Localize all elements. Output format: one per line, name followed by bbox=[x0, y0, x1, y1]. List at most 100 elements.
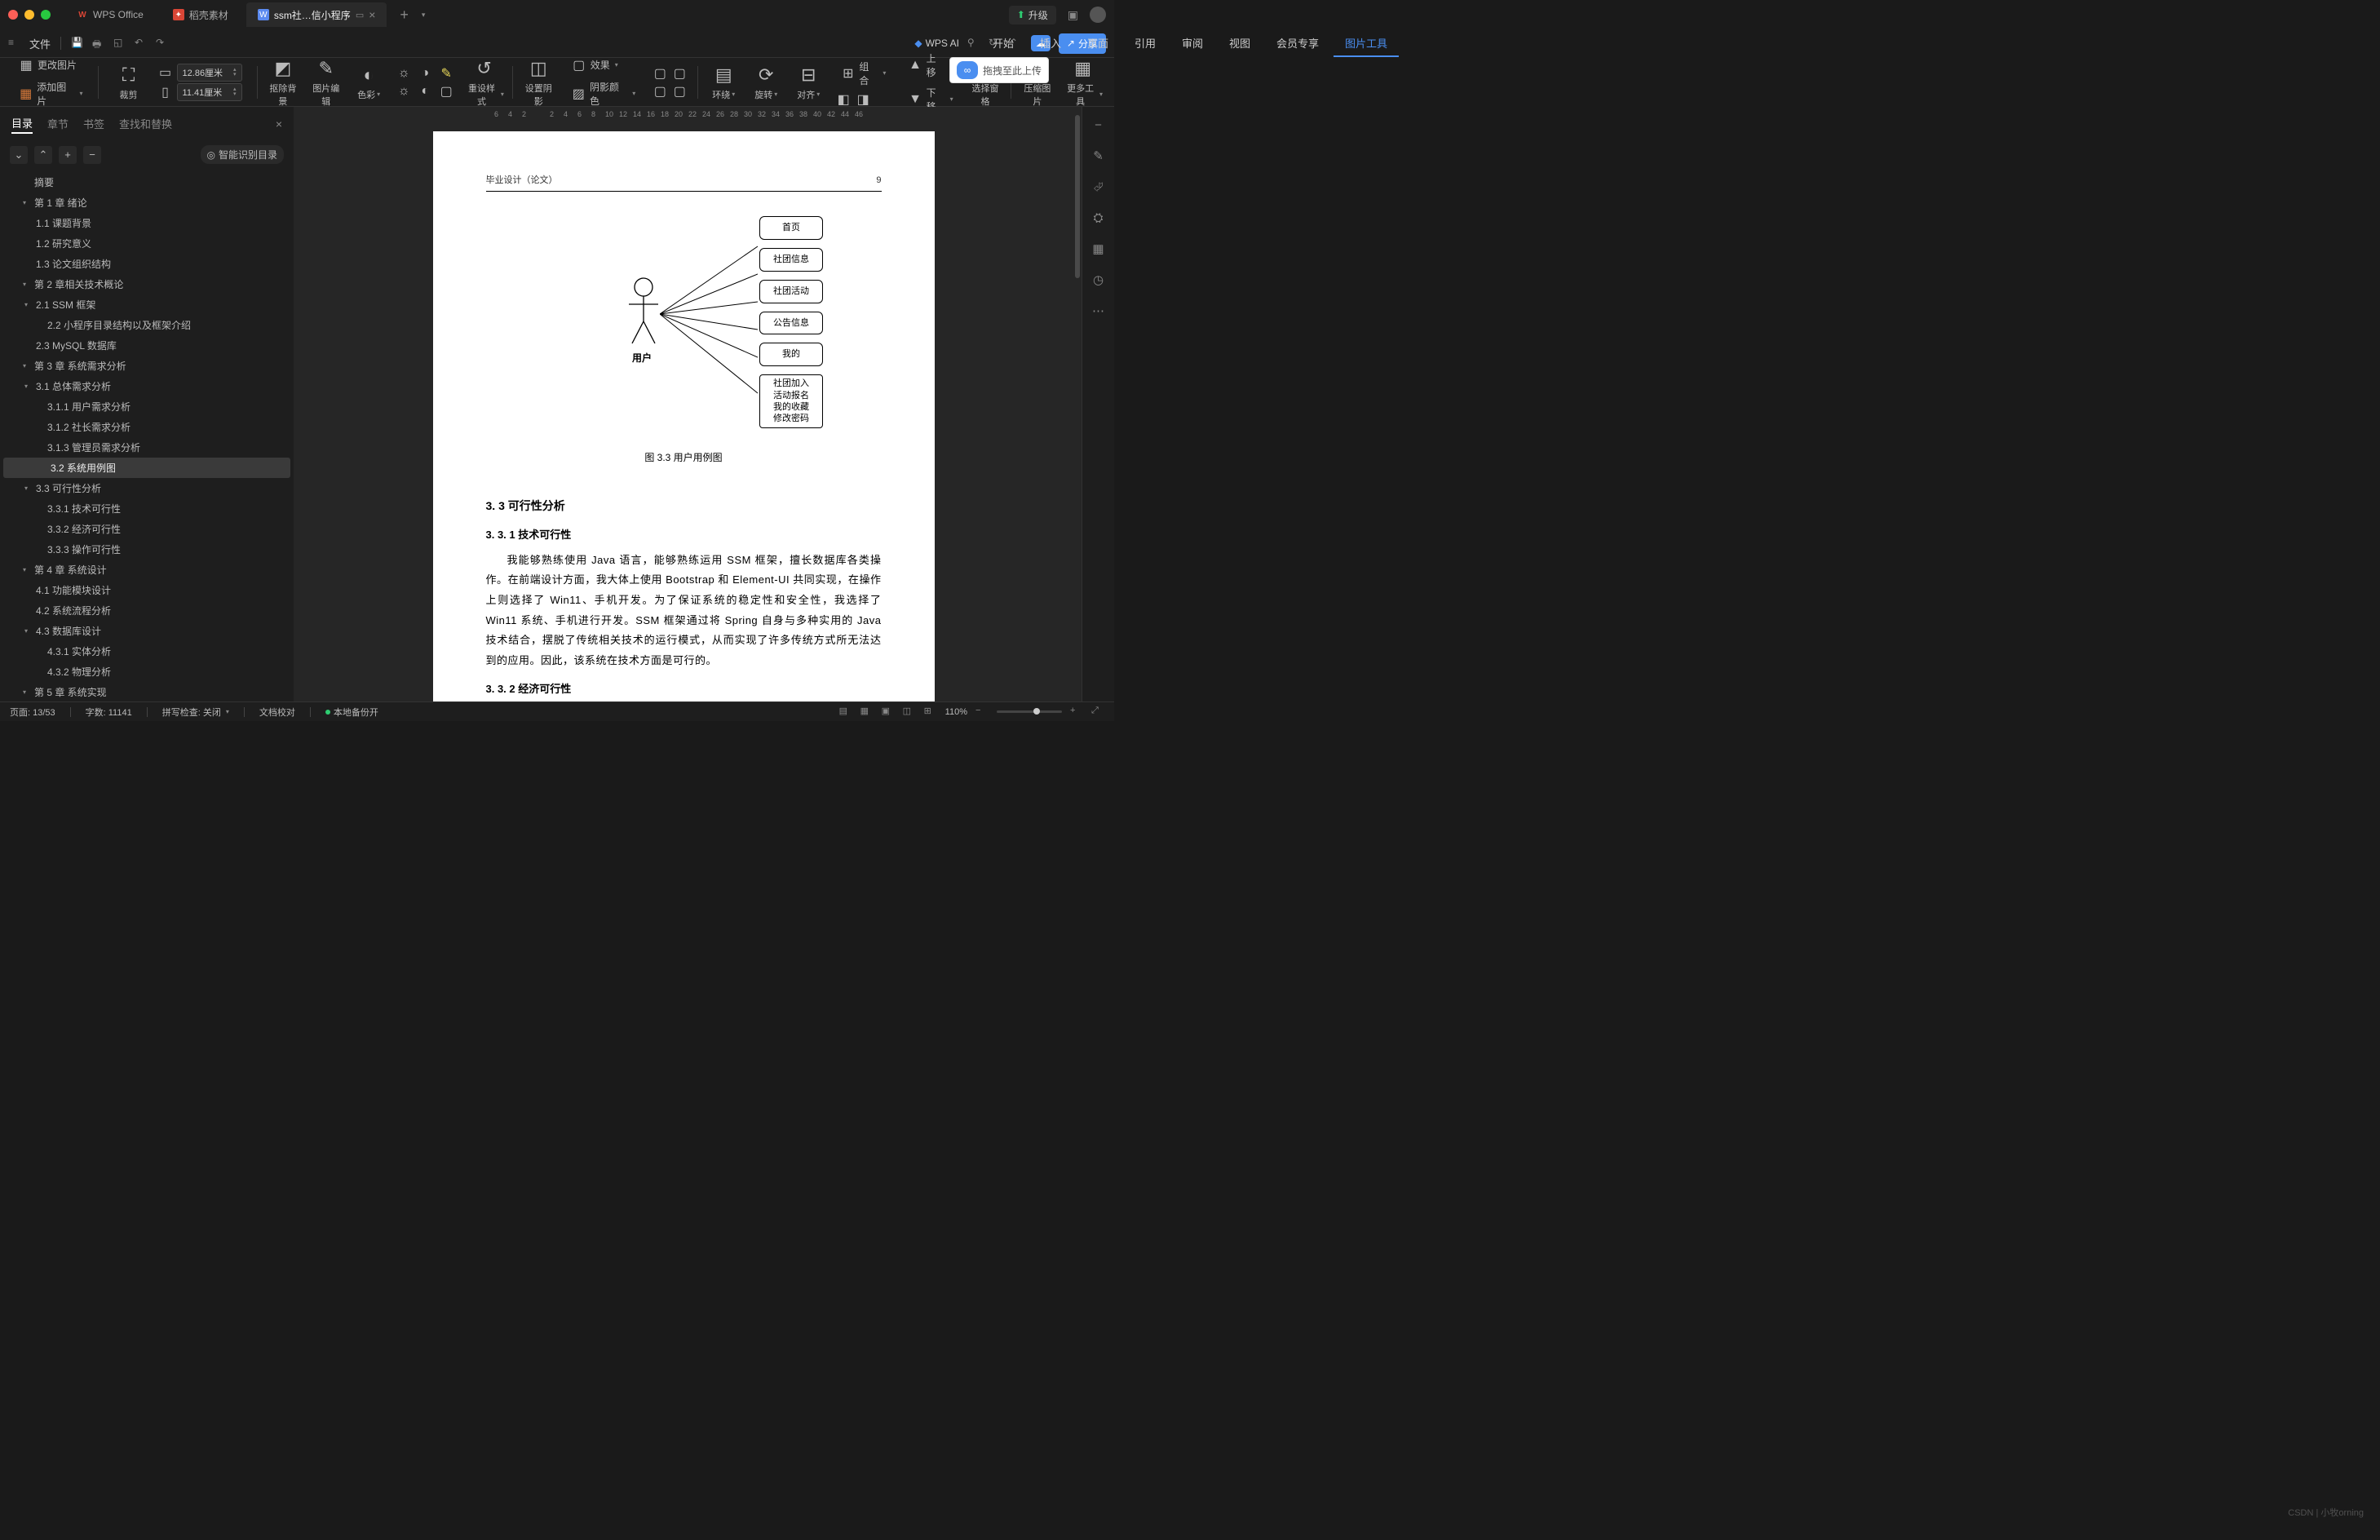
tab-close-icon[interactable]: × bbox=[369, 8, 375, 21]
wrap-button[interactable]: ▤环绕▾ bbox=[703, 60, 744, 104]
rotate-button[interactable]: ⟳旋转▾ bbox=[745, 60, 786, 104]
tab-wps-home[interactable]: W WPS Office bbox=[65, 2, 155, 27]
height-input[interactable]: 11.41厘米▴▾ bbox=[177, 83, 242, 101]
outline-item[interactable]: 3.2 系统用例图 bbox=[3, 458, 290, 478]
outline-item[interactable]: ▾第 2 章相关技术概论 bbox=[0, 274, 294, 294]
highlight-icon[interactable]: ✎ bbox=[438, 65, 454, 82]
sidebar-close-icon[interactable]: × bbox=[276, 117, 282, 131]
expand-all-button[interactable]: ⌃ bbox=[34, 146, 52, 164]
spinner-icon[interactable]: ▴▾ bbox=[233, 68, 237, 77]
wps-ai-button[interactable]: ◆ WPS AI bbox=[914, 38, 959, 49]
outline-item[interactable]: 1.3 论文组织结构 bbox=[0, 254, 294, 274]
more-icon[interactable]: ⋯ bbox=[1090, 303, 1107, 319]
tab-docer[interactable]: ✦ 稻壳素材 bbox=[161, 2, 240, 27]
group-button[interactable]: ⊞组合▾ bbox=[835, 57, 891, 90]
sidebar-tab-bookmark[interactable]: 书签 bbox=[83, 114, 104, 133]
outline-item[interactable]: ▾第 1 章 绪论 bbox=[0, 192, 294, 213]
more-tools-button[interactable]: ▦更多工具▾ bbox=[1059, 54, 1106, 111]
smart-outline-button[interactable]: ◎ 智能识别目录 bbox=[201, 145, 285, 164]
page-scroll[interactable]: 毕业设计（论文） 9 用户 bbox=[294, 107, 1073, 701]
use-case-diagram[interactable]: 用户 首页 社团信息 社团活动 公告信息 bbox=[568, 216, 882, 428]
shadow-color-button[interactable]: ▨阴影颜色▾ bbox=[566, 77, 641, 110]
outline-item[interactable]: 2.3 MySQL 数据库 bbox=[0, 335, 294, 356]
zoom-level[interactable]: 110% bbox=[945, 707, 967, 717]
zoom-out-icon[interactable]: − bbox=[975, 706, 989, 719]
view-mode-2-icon[interactable]: ▦ bbox=[860, 706, 874, 719]
border-icon[interactable]: ▢ bbox=[438, 83, 454, 100]
upload-hint[interactable]: ∞ 拖拽至此上传 bbox=[949, 57, 1049, 83]
close-window[interactable] bbox=[8, 10, 18, 20]
reset-style-button[interactable]: ↺重设样式▾ bbox=[461, 54, 507, 111]
brightness-icon[interactable]: ☼ bbox=[396, 65, 412, 82]
remove-bg-button[interactable]: ◩抠除背景 bbox=[263, 54, 304, 111]
save-icon[interactable]: 💾 bbox=[71, 37, 84, 50]
view-mode-3-icon[interactable]: ▣ bbox=[882, 706, 895, 719]
outline-item[interactable]: 3.1.2 社长需求分析 bbox=[0, 417, 294, 437]
tab-review[interactable]: 审阅 bbox=[1170, 30, 1214, 57]
user-avatar[interactable] bbox=[1090, 7, 1106, 23]
tab-view[interactable]: 视图 bbox=[1218, 30, 1262, 57]
outline-item[interactable]: 3.3.3 操作可行性 bbox=[0, 539, 294, 560]
status-spell[interactable]: 拼写检查: 关闭▾ bbox=[162, 706, 229, 719]
add-heading-button[interactable]: + bbox=[59, 146, 77, 164]
crop-button[interactable]: ⛶裁剪 bbox=[108, 60, 149, 104]
status-words[interactable]: 字数: 11141 bbox=[86, 706, 132, 719]
tab-reference[interactable]: 引用 bbox=[1123, 30, 1167, 57]
nudge-dr-icon[interactable]: ▢ bbox=[671, 83, 688, 100]
file-menu[interactable]: 文件 bbox=[29, 36, 51, 51]
outline-item[interactable]: 3.1.3 管理员需求分析 bbox=[0, 437, 294, 458]
search-icon[interactable]: ⚲ bbox=[967, 37, 980, 50]
preview-icon[interactable]: ◱ bbox=[113, 37, 126, 50]
color-button[interactable]: ◐色彩▾ bbox=[348, 60, 389, 104]
nudge-dl-icon[interactable]: ▢ bbox=[652, 83, 668, 100]
print-icon[interactable]: 🖶 bbox=[92, 37, 105, 50]
outline-item[interactable]: 3.3.1 技术可行性 bbox=[0, 498, 294, 519]
cursor-icon[interactable]: ⮰ bbox=[1090, 179, 1107, 195]
minus-icon[interactable]: − bbox=[1090, 117, 1107, 133]
redo-icon[interactable]: ↷ bbox=[156, 37, 169, 50]
tab-page[interactable]: 页面 bbox=[1076, 30, 1120, 57]
edit-pic-button[interactable]: ✎图片编辑 bbox=[305, 54, 347, 111]
status-page[interactable]: 页面: 13/53 bbox=[10, 706, 55, 719]
tab-start[interactable]: 开始 bbox=[981, 30, 1025, 57]
tab-insert[interactable]: 插入 bbox=[1029, 30, 1073, 57]
minimize-window[interactable] bbox=[24, 10, 34, 20]
tab-menu-icon[interactable]: ▭ bbox=[356, 10, 364, 20]
remove-heading-button[interactable]: − bbox=[83, 146, 101, 164]
zoom-slider[interactable] bbox=[997, 710, 1062, 713]
outline-item[interactable]: ▾2.1 SSM 框架 bbox=[0, 294, 294, 315]
effects-button[interactable]: ▢效果▾ bbox=[566, 55, 623, 76]
outline-item[interactable]: ▾4.3 数据库设计 bbox=[0, 621, 294, 641]
tab-picture-tools[interactable]: 图片工具 bbox=[1334, 30, 1399, 57]
outline-item[interactable]: ▾3.1 总体需求分析 bbox=[0, 376, 294, 396]
upgrade-button[interactable]: ⬆ 升级 bbox=[1009, 6, 1056, 24]
contrast-down-icon[interactable]: ◐ bbox=[417, 83, 433, 100]
outline-item[interactable]: 4.3.1 实体分析 bbox=[0, 641, 294, 662]
outline-item[interactable]: 4.3.2 物理分析 bbox=[0, 662, 294, 682]
outline-item[interactable]: ▾第 4 章 系统设计 bbox=[0, 560, 294, 580]
tab-member[interactable]: 会员专享 bbox=[1265, 30, 1330, 57]
outline-item[interactable]: 2.2 小程序目录结构以及框架介绍 bbox=[0, 315, 294, 335]
tab-dropdown-icon[interactable]: ▾ bbox=[422, 11, 426, 20]
width-input[interactable]: 12.86厘米▴▾ bbox=[177, 64, 242, 82]
flip-h-icon[interactable]: ◧ bbox=[835, 91, 852, 108]
outline-item[interactable]: ▾3.3 可行性分析 bbox=[0, 478, 294, 498]
nudge-up-icon[interactable]: ▢ bbox=[652, 65, 668, 82]
clock-icon[interactable]: ◷ bbox=[1090, 272, 1107, 288]
outline-item[interactable]: 1.1 课题背景 bbox=[0, 213, 294, 233]
outline-item[interactable]: 3.1.1 用户需求分析 bbox=[0, 396, 294, 417]
sidebar-tab-find[interactable]: 查找和替换 bbox=[119, 114, 172, 133]
outline-item[interactable]: 摘要 bbox=[0, 172, 294, 192]
vertical-scrollbar[interactable] bbox=[1073, 107, 1082, 701]
outline-item[interactable]: 4.2 系统流程分析 bbox=[0, 600, 294, 621]
undo-icon[interactable]: ↶ bbox=[135, 37, 148, 50]
outline-item[interactable]: 3.3.2 经济可行性 bbox=[0, 519, 294, 539]
spinner-icon[interactable]: ▴▾ bbox=[233, 87, 237, 97]
contrast-icon[interactable]: ◑ bbox=[417, 65, 433, 82]
fit-icon[interactable]: ⤢ bbox=[1091, 706, 1104, 719]
view-mode-5-icon[interactable]: ⊞ bbox=[924, 706, 937, 719]
tab-document[interactable]: W ssm社…信小程序 ▭ × bbox=[246, 2, 387, 27]
collapse-all-button[interactable]: ⌄ bbox=[10, 146, 28, 164]
change-picture-button[interactable]: ▦更改图片 bbox=[13, 55, 82, 76]
sidebar-tab-outline[interactable]: 目录 bbox=[11, 113, 33, 134]
